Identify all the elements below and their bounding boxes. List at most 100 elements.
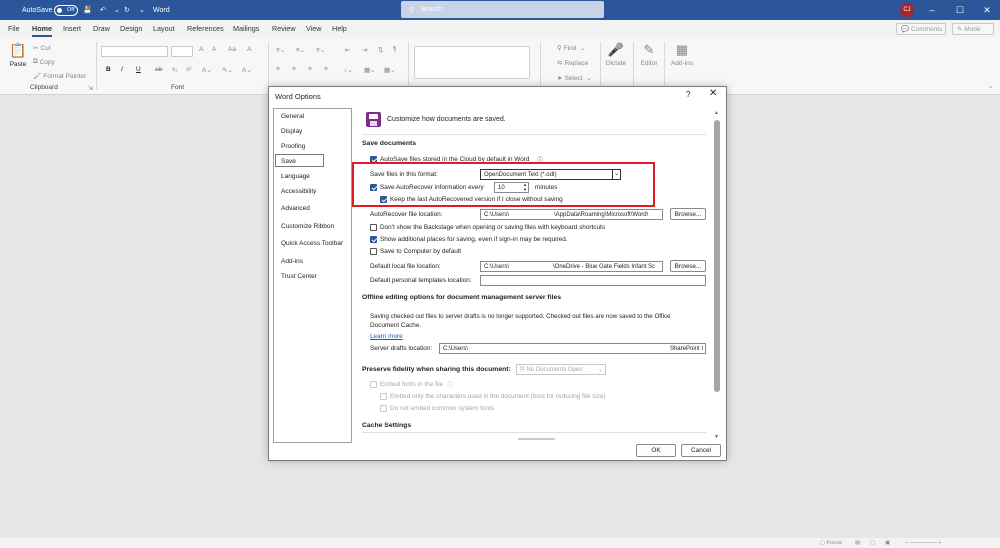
shrink-font-button[interactable]: A [212, 46, 216, 53]
read-mode-icon[interactable]: ▤ [855, 540, 860, 546]
borders-icon[interactable]: ▦⌄ [384, 66, 396, 74]
line-spacing-icon[interactable]: ↕⌄ [344, 66, 353, 74]
fidelity-document-select[interactable]: 🗎 No Documents Open ⌄ [516, 364, 606, 375]
default-local-input[interactable]: C:\Users\ \OneDrive - Blue Gate Fields I… [480, 261, 663, 272]
tab-insert[interactable]: Insert [63, 24, 81, 33]
tab-review[interactable]: Review [272, 24, 296, 33]
tab-layout[interactable]: Layout [153, 24, 175, 33]
search-input[interactable]: ⚲ Search [401, 1, 604, 18]
mode-button[interactable]: ✎ Mode [952, 23, 994, 35]
align-center-icon[interactable]: ≡ [292, 66, 296, 73]
ok-button[interactable]: OK [636, 444, 676, 457]
highlight-icon[interactable]: ✎⌄ [222, 66, 233, 74]
copy-button[interactable]: ⧉ Copy [33, 58, 55, 66]
subscript-button[interactable]: x₂ [172, 66, 178, 73]
comments-button[interactable]: 💬 Comments [896, 23, 946, 35]
embed-only-checkbox[interactable] [380, 393, 387, 400]
styles-gallery[interactable] [414, 46, 530, 79]
tab-design[interactable]: Design [120, 24, 142, 33]
multilevel-icon[interactable]: ≡⌄ [316, 46, 325, 54]
tab-mailings[interactable]: Mailings [233, 24, 259, 33]
addins-button[interactable]: ▦ Add-ins [668, 42, 696, 67]
shading-icon[interactable]: ▩⌄ [364, 66, 376, 74]
grow-font-button[interactable]: A [199, 46, 203, 53]
chevron-down-icon[interactable]: ⌄ [114, 0, 120, 20]
maximize-icon[interactable]: ☐ [945, 0, 975, 20]
templates-input[interactable] [480, 275, 706, 286]
nav-item-addins[interactable]: Add-ins [281, 258, 303, 265]
learn-more-link[interactable]: Learn more [370, 333, 403, 340]
align-left-icon[interactable]: ≡ [276, 66, 280, 73]
tab-file[interactable]: File [8, 24, 20, 33]
increase-indent-icon[interactable]: ⇥ [362, 46, 367, 54]
nav-item-general[interactable]: General [281, 113, 304, 120]
nav-item-display[interactable]: Display [281, 128, 302, 135]
vertical-scrollbar[interactable]: ▲ ▼ [713, 108, 722, 443]
find-button[interactable]: ⚲ Find ⌄ [557, 44, 586, 53]
select-button[interactable]: ➤ Select ⌄ [557, 74, 592, 83]
tab-view[interactable]: View [306, 24, 321, 33]
save-to-computer-checkbox[interactable] [370, 248, 377, 255]
undo-icon[interactable]: ↶ [100, 0, 106, 20]
scroll-up-icon[interactable]: ▲ [714, 110, 719, 116]
no-common-fonts-checkbox[interactable] [380, 405, 387, 412]
replace-button[interactable]: ⇆ Replace [557, 59, 588, 68]
more-icon[interactable]: ⌄ [139, 0, 145, 20]
format-painter-button[interactable]: 🖌 Format Painter [33, 72, 86, 81]
tab-help[interactable]: Help [332, 24, 347, 33]
embed-fonts-checkbox[interactable] [370, 381, 377, 388]
help-icon[interactable]: ? [686, 90, 690, 99]
dictate-button[interactable]: 🎤 Dictate [604, 42, 628, 67]
focus-button[interactable]: ▢ Focus [820, 540, 842, 546]
dialog-launcher-icon[interactable]: ⇲ [88, 85, 93, 92]
align-right-icon[interactable]: ≡ [308, 66, 312, 73]
superscript-button[interactable]: x² [186, 66, 191, 73]
nav-item-proofing[interactable]: Proofing [281, 143, 305, 150]
drafts-input[interactable]: C:\Users\ SharePoint I [439, 343, 706, 354]
font-color-icon[interactable]: A⌄ [242, 66, 252, 74]
pilcrow-icon[interactable]: ¶ [393, 46, 397, 53]
bold-button[interactable]: B [106, 66, 111, 73]
ar-location-input[interactable]: C:\Users\ \AppData\Roaming\Microsoft\Wor… [480, 209, 663, 220]
avatar[interactable]: CJ [900, 3, 914, 17]
nav-item-save[interactable]: Save [281, 158, 296, 165]
numbering-icon[interactable]: ≡⌄ [296, 46, 305, 54]
nav-item-language[interactable]: Language [281, 173, 310, 180]
paste-button[interactable]: 📋 Paste [8, 42, 28, 68]
ar-browse-button[interactable]: Browse... [670, 208, 706, 220]
text-effects-icon[interactable]: A⌄ [202, 66, 212, 74]
cancel-button[interactable]: Cancel [681, 444, 721, 457]
justify-icon[interactable]: ≡ [324, 66, 328, 73]
default-local-browse-button[interactable]: Browse... [670, 260, 706, 272]
nav-item-quick-access-toolbar[interactable]: Quick Access Toolbar [281, 240, 343, 247]
web-layout-icon[interactable]: ▣ [885, 540, 890, 546]
redo-icon[interactable]: ↻ [124, 0, 130, 20]
tab-draw[interactable]: Draw [93, 24, 110, 33]
nav-item-trust-center[interactable]: Trust Center [281, 273, 317, 280]
clear-format-button[interactable]: A [247, 46, 251, 53]
show-additional-checkbox[interactable] [370, 236, 377, 243]
sort-icon[interactable]: ⇅ [378, 46, 383, 54]
save-icon[interactable]: 💾 [83, 0, 92, 20]
strikethrough-button[interactable]: ab [155, 66, 162, 73]
print-layout-icon[interactable]: ▢ [870, 540, 875, 546]
close-window-icon[interactable]: ✕ [972, 0, 1000, 20]
zoom-slider[interactable]: – ─────── + [905, 540, 942, 546]
font-name-select[interactable] [101, 46, 168, 57]
font-size-select[interactable] [171, 46, 193, 57]
autosave-toggle[interactable]: Off [50, 0, 78, 20]
collapse-ribbon-icon[interactable]: ⌄ [988, 82, 993, 90]
tab-home[interactable]: Home [32, 24, 52, 37]
scroll-down-icon[interactable]: ▼ [714, 434, 719, 440]
close-icon[interactable]: ✕ [709, 88, 717, 99]
tab-references[interactable]: References [187, 24, 224, 33]
editor-button[interactable]: ✎ Editor [638, 42, 660, 67]
nav-item-accessibility[interactable]: Accessibility [281, 188, 316, 195]
cut-button[interactable]: ✂ Cut [33, 44, 51, 53]
dont-show-backstage-checkbox[interactable] [370, 224, 377, 231]
minimize-icon[interactable]: – [917, 0, 947, 20]
nav-item-customize-ribbon[interactable]: Customize Ribbon [281, 223, 334, 230]
decrease-indent-icon[interactable]: ⇤ [345, 46, 350, 54]
scroll-thumb[interactable] [714, 120, 720, 392]
underline-button[interactable]: U [136, 66, 141, 73]
